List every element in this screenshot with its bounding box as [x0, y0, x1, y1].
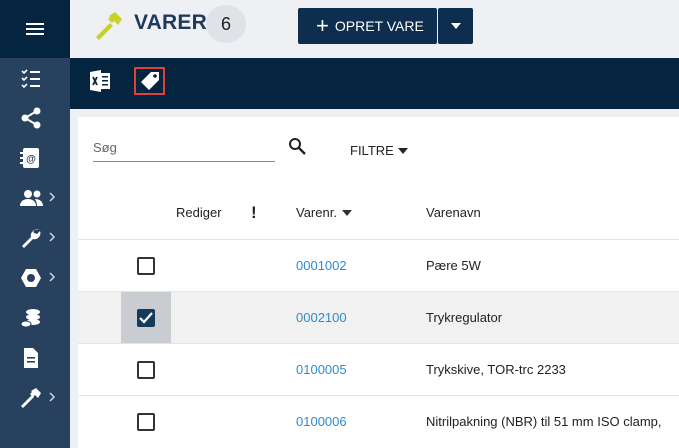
- share-icon: [21, 107, 41, 129]
- hammer-icon: [21, 388, 41, 408]
- coins-icon: [20, 309, 40, 328]
- sidebar-item-finance[interactable]: [0, 298, 70, 338]
- create-item-dropdown[interactable]: [438, 8, 473, 44]
- plus-icon: +: [316, 13, 329, 38]
- item-name: Trykregulator: [426, 310, 503, 325]
- sidebar: @: [0, 0, 70, 448]
- chevron-right-icon: [49, 392, 56, 402]
- item-name: Trykskive, TOR-trc 2233: [426, 362, 566, 377]
- item-number-link[interactable]: 0100005: [296, 362, 347, 377]
- search-icon: [289, 138, 306, 155]
- row-select-cell: [121, 396, 171, 447]
- tag-icon: [140, 72, 159, 90]
- chevron-right-icon: [49, 272, 56, 282]
- document-icon: [24, 348, 38, 368]
- column-header-rediger[interactable]: Rediger: [176, 205, 222, 220]
- row-select-cell: [121, 344, 171, 395]
- table-row[interactable]: 0002100 Trykregulator: [78, 291, 679, 343]
- row-checkbox[interactable]: [137, 308, 155, 327]
- sidebar-item-hammer[interactable]: [0, 378, 70, 418]
- nut-icon: [21, 269, 41, 287]
- item-number-link[interactable]: 0002100: [296, 310, 347, 325]
- item-number-link[interactable]: 0001002: [296, 258, 347, 273]
- filter-button[interactable]: FILTRE: [350, 143, 408, 158]
- checklist-icon: [21, 69, 40, 89]
- search-input[interactable]: [93, 134, 275, 160]
- filter-label: FILTRE: [350, 143, 394, 158]
- search-field: [93, 134, 275, 162]
- items-panel: FILTRE Rediger ! Varenr. Varenavn 000100…: [78, 117, 679, 448]
- row-select-cell: [121, 240, 171, 291]
- search-button[interactable]: [288, 137, 306, 160]
- table-row[interactable]: 0001002 Pære 5W: [78, 239, 679, 291]
- sidebar-item-contacts[interactable]: @: [0, 138, 70, 178]
- sidebar-item-documents[interactable]: [0, 338, 70, 378]
- table-row[interactable]: 0100005 Trykskive, TOR-trc 2233: [78, 343, 679, 395]
- row-checkbox[interactable]: [137, 256, 155, 275]
- caret-down-icon: [397, 147, 408, 154]
- tag-button[interactable]: [134, 67, 165, 95]
- column-header-varenr[interactable]: Varenr.: [296, 205, 352, 220]
- chevron-right-icon: [49, 192, 56, 202]
- check-icon: [139, 311, 153, 324]
- action-toolbar: [70, 58, 679, 109]
- menu-button[interactable]: [0, 0, 70, 58]
- row-checkbox[interactable]: [137, 412, 155, 431]
- row-checkbox[interactable]: [137, 360, 155, 379]
- sidebar-item-tasks[interactable]: [0, 58, 70, 98]
- count-badge: 6: [206, 5, 246, 43]
- create-item-button[interactable]: + OPRET VARE: [298, 8, 437, 44]
- users-icon: [20, 190, 43, 206]
- column-header-alert[interactable]: !: [251, 203, 257, 223]
- menu-icon: [26, 23, 44, 35]
- chevron-right-icon: [49, 232, 56, 242]
- sidebar-item-users[interactable]: [0, 178, 70, 218]
- column-header-varenavn[interactable]: Varenavn: [426, 205, 481, 220]
- create-item-label: OPRET VARE: [334, 18, 424, 34]
- sidebar-item-parts[interactable]: [0, 258, 70, 298]
- contacts-icon: @: [20, 148, 39, 168]
- row-select-cell: [121, 292, 171, 343]
- item-number-link[interactable]: 0100006: [296, 414, 347, 429]
- sort-desc-icon: [341, 209, 352, 216]
- page-title: VARER: [134, 11, 207, 34]
- caret-down-icon: [450, 23, 461, 29]
- table-row[interactable]: 0100006 Nitrilpakning (NBR) til 51 mm IS…: [78, 395, 679, 447]
- hammer-logo-icon: [96, 12, 122, 40]
- sidebar-item-share[interactable]: [0, 98, 70, 138]
- excel-export-button[interactable]: [89, 70, 111, 97]
- svg-text:@: @: [26, 154, 36, 165]
- item-name: Nitrilpakning (NBR) til 51 mm ISO clamp,: [426, 414, 662, 429]
- excel-icon: [90, 70, 110, 92]
- column-header-varenr-label: Varenr.: [296, 205, 337, 220]
- sidebar-item-tools[interactable]: [0, 218, 70, 258]
- page-header: VARER 6 + OPRET VARE: [70, 0, 679, 58]
- item-name: Pære 5W: [426, 258, 481, 273]
- wrench-icon: [22, 229, 41, 248]
